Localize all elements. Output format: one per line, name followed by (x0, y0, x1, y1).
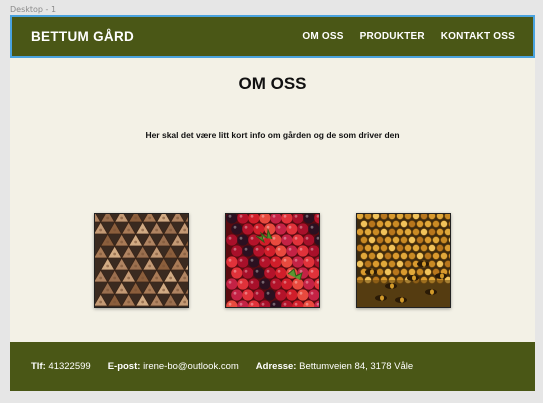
email-value[interactable]: irene-bo@outlook.com (143, 361, 239, 372)
main-nav: OM OSS PRODUKTER KONTAKT OSS (302, 31, 515, 42)
address-value: Bettumveien 84, 3178 Våle (299, 361, 414, 372)
berries-image (226, 214, 319, 307)
phone-label: Tlf: (31, 361, 46, 372)
firewood-image (95, 214, 188, 307)
page-title: OM OSS (238, 74, 307, 93)
honeycomb-image (357, 214, 450, 307)
brand-logo-text[interactable]: BETTUM GÅRD (31, 29, 134, 44)
phone-value[interactable]: 41322599 (48, 361, 90, 372)
intro-text: Her skal det være litt kort info om gård… (145, 130, 400, 140)
email-label: E-post: (107, 361, 141, 372)
address-label: Adresse: (255, 361, 297, 372)
nav-link-om-oss[interactable]: OM OSS (302, 31, 343, 42)
berries-photo (225, 213, 320, 308)
photo-gallery (94, 213, 451, 308)
site-header: BETTUM GÅRD OM OSS PRODUKTER KONTAKT OSS (10, 15, 535, 58)
artboard: BETTUM GÅRD OM OSS PRODUKTER KONTAKT OSS… (10, 15, 535, 391)
firewood-photo (94, 213, 189, 308)
site-footer: Tlf: 41322599 E-post: irene-bo@outlook.c… (10, 342, 535, 391)
honeycomb-photo (356, 213, 451, 308)
contact-email: E-post: irene-bo@outlook.com (108, 361, 239, 372)
nav-link-produkter[interactable]: PRODUKTER (360, 31, 425, 42)
contact-address: Adresse: Bettumveien 84, 3178 Våle (256, 361, 413, 372)
contact-phone: Tlf: 41322599 (31, 361, 91, 372)
artboard-label: Desktop - 1 (10, 5, 57, 14)
nav-link-kontakt-oss[interactable]: KONTAKT OSS (441, 31, 515, 42)
